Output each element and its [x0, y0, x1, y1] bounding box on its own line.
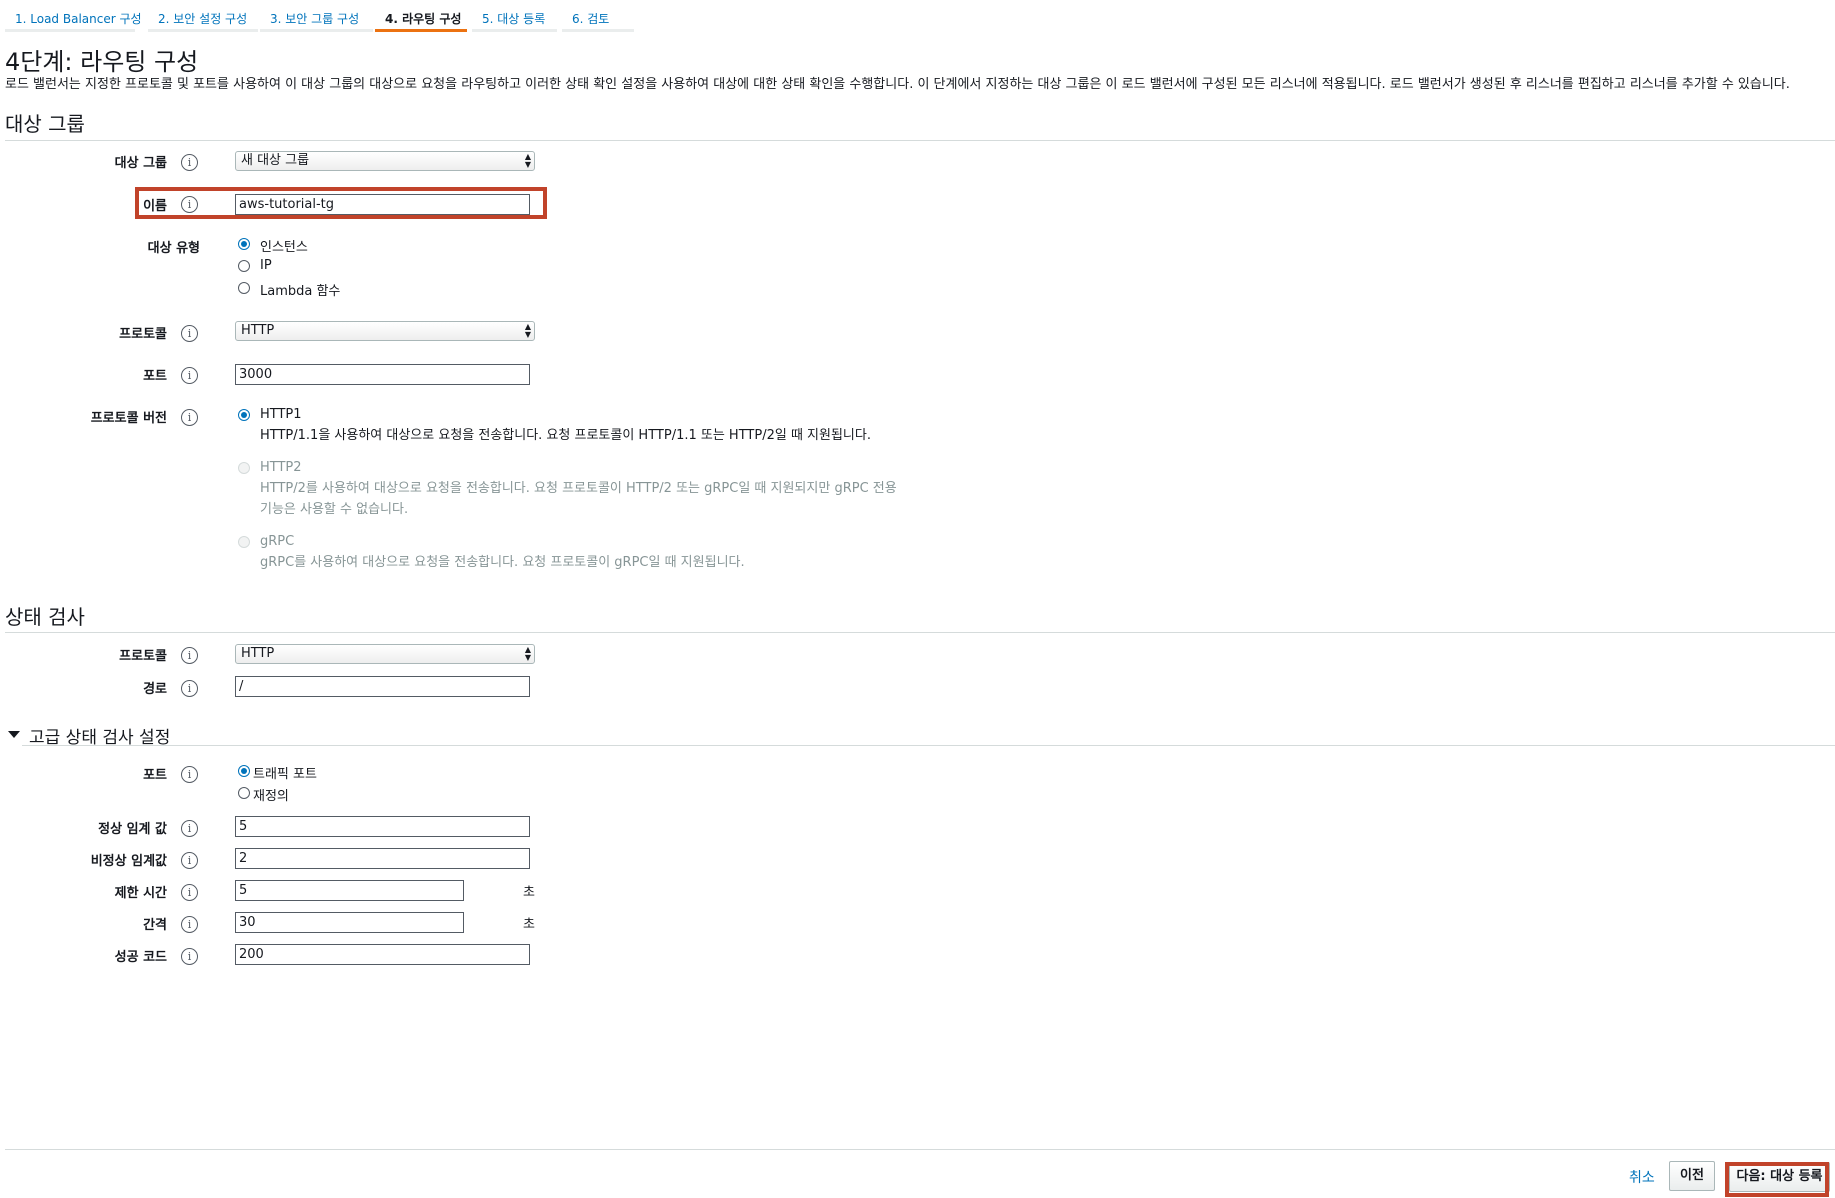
- timeout-label: 제한 시간: [114, 886, 167, 901]
- health-path-label: 경로: [143, 682, 167, 697]
- protocol-version-http2-desc-line2: 기능은 사용할 수 없습니다.: [260, 502, 409, 517]
- target-type-instance-label: 인스턴스: [260, 240, 308, 255]
- interval-label: 간격: [143, 918, 167, 933]
- tab-security-groups[interactable]: 3. 보안 그룹 구성: [260, 10, 373, 32]
- tab-load-balancer[interactable]: 1. Load Balancer 구성: [5, 10, 142, 32]
- page-description: 로드 밸런서는 지정한 프로토콜 및 포트를 사용하여 이 대상 그룹의 대상으…: [5, 77, 1790, 92]
- success-codes-input[interactable]: [235, 944, 530, 965]
- protocol-version-grpc-radio: [238, 536, 250, 548]
- wizard-tabs: 1. Load Balancer 구성 2. 보안 설정 구성 3. 보안 그룹…: [5, 0, 1835, 36]
- target-type-ip-label: IP: [260, 258, 272, 273]
- info-icon[interactable]: i: [181, 647, 198, 664]
- section-divider: [22, 745, 1835, 746]
- target-type-label: 대상 유형: [147, 241, 200, 256]
- protocol-label: 프로토콜: [119, 327, 167, 342]
- tab-register-targets[interactable]: 5. 대상 등록: [472, 10, 557, 32]
- health-path-input[interactable]: [235, 676, 530, 697]
- port-label: 포트: [143, 369, 167, 384]
- target-group-select[interactable]: 새 대상 그룹 ▲ ▼: [235, 151, 535, 171]
- timeout-input[interactable]: [235, 880, 464, 901]
- info-icon[interactable]: i: [181, 948, 198, 965]
- advanced-port-traffic-label: 트래픽 포트: [253, 767, 317, 782]
- select-arrows-icon: ▲ ▼: [524, 645, 531, 662]
- select-arrows-icon: ▲ ▼: [524, 322, 531, 339]
- protocol-version-grpc-desc: gRPC를 사용하여 대상으로 요청을 전송합니다. 요청 프로토콜이 gRPC…: [260, 555, 745, 570]
- health-protocol-select[interactable]: HTTP ▲ ▼: [235, 644, 535, 664]
- info-icon[interactable]: i: [181, 852, 198, 869]
- protocol-version-http1-desc: HTTP/1.1을 사용하여 대상으로 요청을 전송합니다. 요청 프로토콜이 …: [260, 428, 871, 443]
- next-highlight-box: [1725, 1162, 1829, 1197]
- info-icon[interactable]: i: [181, 367, 198, 384]
- target-type-ip-radio[interactable]: [238, 260, 250, 272]
- cancel-button[interactable]: 취소: [1629, 1167, 1655, 1187]
- footer-divider: [5, 1149, 1835, 1150]
- name-input[interactable]: [235, 194, 530, 215]
- info-icon[interactable]: i: [181, 409, 198, 426]
- section-title-health-check: 상태 검사: [5, 605, 85, 629]
- info-icon[interactable]: i: [181, 196, 198, 213]
- info-icon[interactable]: i: [181, 916, 198, 933]
- target-type-lambda-radio[interactable]: [238, 282, 250, 294]
- success-codes-label: 성공 코드: [114, 950, 167, 965]
- protocol-version-http2-label: HTTP2: [260, 460, 302, 475]
- protocol-version-http1-radio[interactable]: [238, 409, 250, 421]
- info-icon[interactable]: i: [181, 884, 198, 901]
- info-icon[interactable]: i: [181, 680, 198, 697]
- protocol-version-label: 프로토콜 버전: [90, 411, 167, 426]
- interval-input[interactable]: [235, 912, 464, 933]
- unhealthy-threshold-input[interactable]: [235, 848, 530, 869]
- target-type-instance-radio[interactable]: [238, 238, 250, 250]
- section-divider: [5, 140, 1835, 141]
- name-label: 이름: [143, 199, 167, 214]
- protocol-version-grpc-label: gRPC: [260, 534, 295, 549]
- tab-security-settings[interactable]: 2. 보안 설정 구성: [148, 10, 258, 32]
- interval-unit: 초: [523, 917, 535, 932]
- advanced-port-label: 포트: [143, 768, 167, 783]
- protocol-version-http2-radio: [238, 462, 250, 474]
- protocol-version-http1-label: HTTP1: [260, 407, 302, 422]
- select-arrows-icon: ▲ ▼: [524, 152, 531, 169]
- advanced-port-override-radio[interactable]: [238, 787, 250, 799]
- port-input[interactable]: [235, 364, 530, 385]
- info-icon[interactable]: i: [181, 820, 198, 837]
- info-icon[interactable]: i: [181, 325, 198, 342]
- tab-routing[interactable]: 4. 라우팅 구성: [375, 10, 467, 32]
- tab-review[interactable]: 6. 검토: [562, 10, 634, 32]
- page-title: 4단계: 라우팅 구성: [5, 48, 199, 76]
- healthy-threshold-label: 정상 임계 값: [98, 822, 167, 837]
- target-type-lambda-label: Lambda 함수: [260, 284, 341, 299]
- previous-button[interactable]: 이전: [1669, 1161, 1715, 1191]
- section-divider: [5, 632, 1835, 633]
- advanced-port-override-label: 재정의: [253, 789, 289, 804]
- advanced-port-traffic-radio[interactable]: [238, 765, 250, 777]
- unhealthy-threshold-label: 비정상 임계값: [90, 854, 167, 869]
- caret-down-icon[interactable]: [8, 731, 20, 738]
- health-protocol-label: 프로토콜: [119, 649, 167, 664]
- target-group-label: 대상 그룹: [114, 156, 167, 171]
- info-icon[interactable]: i: [181, 766, 198, 783]
- timeout-unit: 초: [523, 885, 535, 900]
- protocol-version-http2-desc-line1: HTTP/2를 사용하여 대상으로 요청을 전송합니다. 요청 프로토콜이 HT…: [260, 481, 897, 496]
- info-icon[interactable]: i: [181, 154, 198, 171]
- section-title-target-group: 대상 그룹: [5, 112, 85, 136]
- healthy-threshold-input[interactable]: [235, 816, 530, 837]
- protocol-select[interactable]: HTTP ▲ ▼: [235, 321, 535, 341]
